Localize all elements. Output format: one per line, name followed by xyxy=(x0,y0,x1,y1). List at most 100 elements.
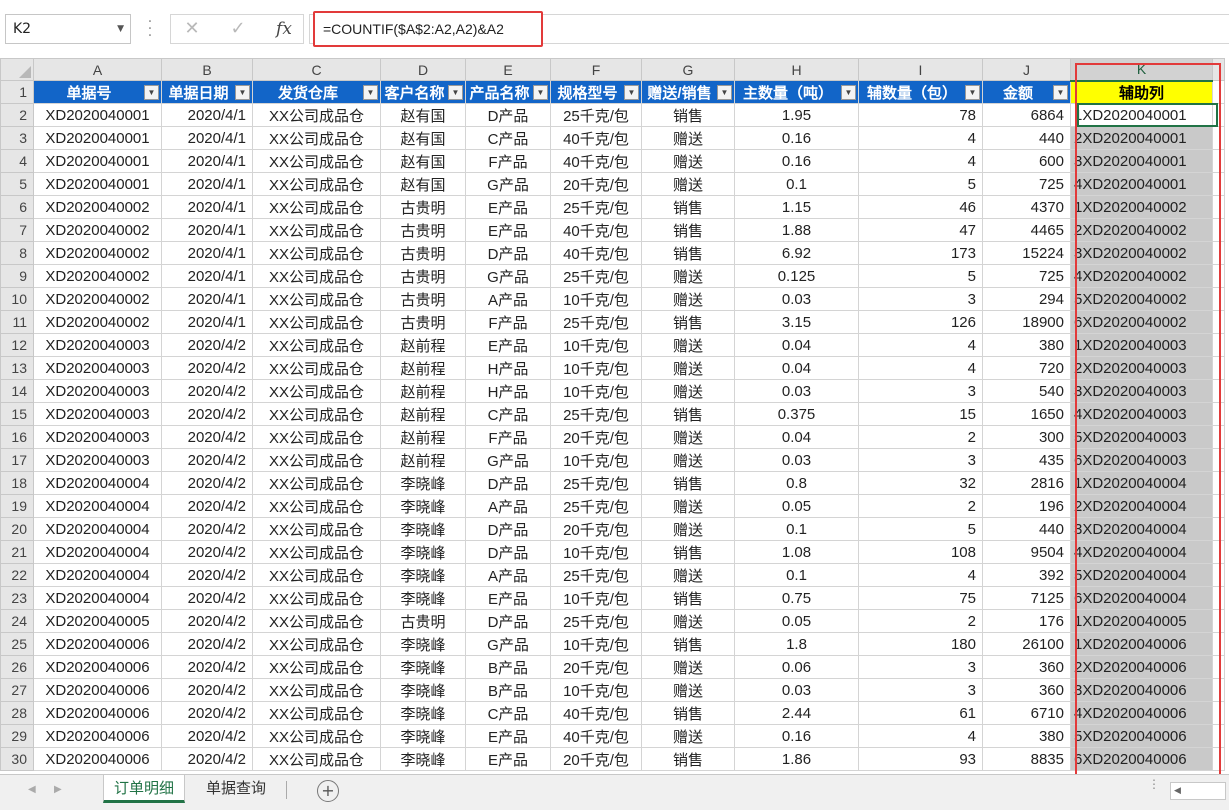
cell[interactable]: F产品 xyxy=(465,310,551,334)
cell[interactable]: 40千克/包 xyxy=(550,701,642,725)
row-header[interactable]: 22 xyxy=(0,563,34,587)
cell[interactable]: 6XD2020040006 xyxy=(1070,747,1213,771)
cell[interactable]: 1.08 xyxy=(734,540,859,564)
cell[interactable]: 赵前程 xyxy=(380,448,466,472)
column-header-k[interactable]: K xyxy=(1070,58,1213,82)
cell[interactable]: 40千克/包 xyxy=(550,724,642,748)
filter-dropdown-icon[interactable]: ▼ xyxy=(144,85,159,100)
cell[interactable]: 20千克/包 xyxy=(550,172,642,196)
cell[interactable]: 2020/4/2 xyxy=(161,678,253,702)
cell[interactable]: 3.15 xyxy=(734,310,859,334)
cell[interactable]: 3 xyxy=(858,379,983,403)
cell[interactable]: XX公司成品仓 xyxy=(252,103,381,127)
cell[interactable]: 2020/4/2 xyxy=(161,563,253,587)
cell[interactable]: 赠送 xyxy=(641,287,735,311)
cell[interactable]: 古贵明 xyxy=(380,287,466,311)
sheet-tab-order-detail[interactable]: 订单明细 xyxy=(103,775,186,803)
cell[interactable]: 15 xyxy=(858,402,983,426)
cell[interactable]: XX公司成品仓 xyxy=(252,379,381,403)
cell[interactable]: 2XD2020040003 xyxy=(1070,356,1213,380)
cell[interactable]: 古贵明 xyxy=(380,264,466,288)
column-header-f[interactable]: F xyxy=(550,58,642,81)
cell[interactable]: 销售 xyxy=(641,402,735,426)
cell[interactable]: 2020/4/2 xyxy=(161,517,253,541)
row-header[interactable]: 11 xyxy=(0,310,34,334)
cell[interactable]: 销售 xyxy=(641,586,735,610)
cell[interactable]: 5XD2020040003 xyxy=(1070,425,1213,449)
cell[interactable]: E产品 xyxy=(465,333,551,357)
cell[interactable]: 40千克/包 xyxy=(550,126,642,150)
cell[interactable]: 20千克/包 xyxy=(550,747,642,771)
add-sheet-icon[interactable]: + xyxy=(317,780,339,802)
cell[interactable]: C产品 xyxy=(465,126,551,150)
cell[interactable]: 18900 xyxy=(982,310,1071,334)
cell[interactable]: 古贵明 xyxy=(380,609,466,633)
cell[interactable]: 4465 xyxy=(982,218,1071,242)
cell[interactable]: 2020/4/1 xyxy=(161,241,253,265)
cell[interactable]: G产品 xyxy=(465,632,551,656)
cell[interactable]: B产品 xyxy=(465,678,551,702)
cell[interactable]: 1XD2020040002 xyxy=(1070,195,1213,219)
cell[interactable]: 3XD2020040001 xyxy=(1070,149,1213,173)
cell[interactable]: 5 xyxy=(858,172,983,196)
cell[interactable]: XX公司成品仓 xyxy=(252,517,381,541)
cell[interactable]: 李晓峰 xyxy=(380,655,466,679)
cell[interactable]: 2 xyxy=(858,425,983,449)
cell[interactable]: XD2020040003 xyxy=(33,448,162,472)
cell[interactable]: 2020/4/2 xyxy=(161,471,253,495)
prev-sheet-icon[interactable]: ◀ xyxy=(28,784,36,795)
cell[interactable]: 0.8 xyxy=(734,471,859,495)
cell[interactable]: 李晓峰 xyxy=(380,701,466,725)
column-header-j[interactable]: J xyxy=(982,58,1071,81)
row-header[interactable]: 23 xyxy=(0,586,34,610)
cell[interactable]: XD2020040001 xyxy=(33,103,162,127)
cell[interactable]: D产品 xyxy=(465,540,551,564)
cell[interactable]: XD2020040006 xyxy=(33,678,162,702)
row-header[interactable]: 1 xyxy=(0,80,34,104)
cell[interactable]: 1.86 xyxy=(734,747,859,771)
cell[interactable]: XX公司成品仓 xyxy=(252,241,381,265)
cell[interactable]: 3XD2020040006 xyxy=(1070,678,1213,702)
cell[interactable]: 360 xyxy=(982,678,1071,702)
cell[interactable]: 1XD2020040001 xyxy=(1070,103,1213,127)
cell[interactable]: 6864 xyxy=(982,103,1071,127)
filter-dropdown-icon[interactable]: ▼ xyxy=(841,85,856,100)
header-cell[interactable]: 辅助列 xyxy=(1070,80,1213,104)
cell[interactable]: XX公司成品仓 xyxy=(252,264,381,288)
cell[interactable]: XD2020040005 xyxy=(33,609,162,633)
cell[interactable]: E产品 xyxy=(465,195,551,219)
cell[interactable]: 赠送 xyxy=(641,494,735,518)
cell[interactable]: 古贵明 xyxy=(380,241,466,265)
cell[interactable]: XX公司成品仓 xyxy=(252,126,381,150)
cell[interactable]: 销售 xyxy=(641,540,735,564)
cell[interactable]: 2020/4/2 xyxy=(161,655,253,679)
row-header[interactable]: 17 xyxy=(0,448,34,472)
cell[interactable]: 3XD2020040004 xyxy=(1070,517,1213,541)
column-header-b[interactable]: B xyxy=(161,58,253,81)
filter-dropdown-icon[interactable]: ▼ xyxy=(717,85,732,100)
cell[interactable]: 5 xyxy=(858,264,983,288)
row-header[interactable]: 2 xyxy=(0,103,34,127)
cell[interactable]: XX公司成品仓 xyxy=(252,195,381,219)
cell[interactable]: 3 xyxy=(858,287,983,311)
cell[interactable]: 4 xyxy=(858,149,983,173)
row-header[interactable]: 27 xyxy=(0,678,34,702)
cell[interactable]: 440 xyxy=(982,517,1071,541)
cell[interactable]: 0.03 xyxy=(734,287,859,311)
row-header[interactable]: 20 xyxy=(0,517,34,541)
cell[interactable]: 赠送 xyxy=(641,655,735,679)
cell[interactable]: 4XD2020040004 xyxy=(1070,540,1213,564)
cell[interactable]: 1.88 xyxy=(734,218,859,242)
row-header[interactable]: 12 xyxy=(0,333,34,357)
cell[interactable]: 4 xyxy=(858,333,983,357)
cell[interactable]: 10千克/包 xyxy=(550,678,642,702)
cell[interactable]: 赠送 xyxy=(641,149,735,173)
cell[interactable]: 435 xyxy=(982,448,1071,472)
header-cell[interactable]: 单据日期 ▼ xyxy=(161,80,253,104)
cell[interactable]: 2XD2020040001 xyxy=(1070,126,1213,150)
cell[interactable]: B产品 xyxy=(465,655,551,679)
header-cell[interactable]: 客户名称 ▼ xyxy=(380,80,466,104)
cell[interactable]: 725 xyxy=(982,264,1071,288)
cell[interactable]: XX公司成品仓 xyxy=(252,678,381,702)
cell[interactable]: 赠送 xyxy=(641,563,735,587)
